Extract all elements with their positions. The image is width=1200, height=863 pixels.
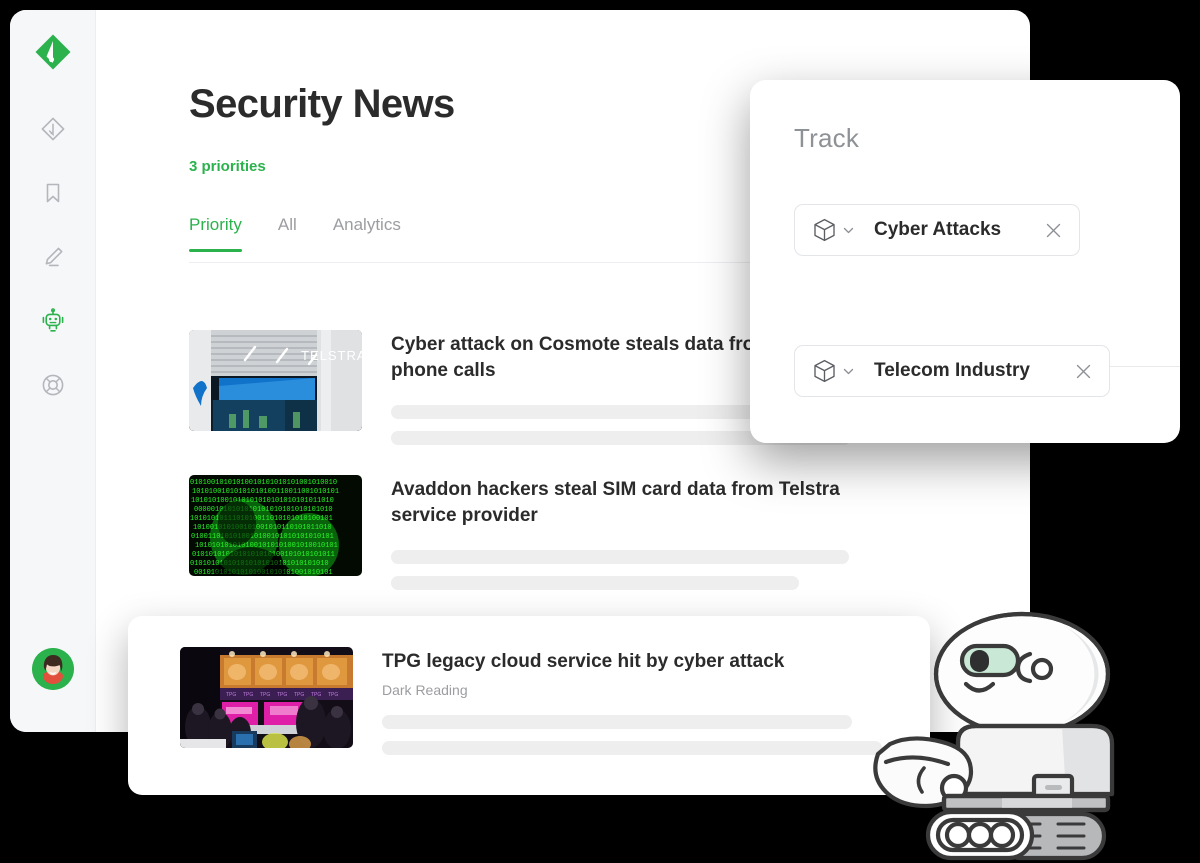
placeholder-bar: [391, 576, 799, 591]
sidebar: [10, 10, 96, 732]
track-chip-cyber-attacks[interactable]: Cyber Attacks: [794, 204, 1080, 256]
priorities-count: 3 priorities: [189, 158, 266, 175]
placeholder-bar: [391, 550, 849, 565]
cube-icon: [813, 359, 836, 383]
track-panel: Track Cyber Attacks AND: [750, 80, 1180, 443]
feedly-logo[interactable]: [33, 32, 73, 72]
svg-text:010100101010100101010101010010: 01010010101010010101010101001010010: [190, 479, 337, 487]
close-icon[interactable]: [1074, 362, 1093, 381]
placeholder-bar: [382, 714, 852, 729]
svg-text:TPG: TPG: [328, 692, 338, 698]
track-chip-telecom-industry[interactable]: Telecom Industry: [794, 345, 1110, 397]
svg-text:010011010101001010010101010101: 0100110101010010100101010101010101: [191, 533, 334, 541]
sidebar-item-boards[interactable]: [32, 172, 74, 214]
placeholder-bar: [382, 740, 882, 755]
svg-text:101001010100101001010110101011: 101001010100101001010110101011010: [193, 524, 332, 532]
bookmark-icon: [40, 180, 66, 206]
svg-text:101010010101010101001100110010: 10101001010101010100110011001010101: [192, 488, 339, 496]
page-title: Security News: [189, 82, 455, 126]
article-row-3[interactable]: TPG TPG TPG TPG TPG TPG TPG TPG legacy c…: [180, 647, 882, 755]
sidebar-item-leo[interactable]: [32, 300, 74, 342]
sidebar-item-feeds[interactable]: [32, 108, 74, 150]
pencil-icon: [40, 244, 66, 270]
track-panel-title: Track: [794, 123, 860, 153]
track-chip-label: Cyber Attacks: [874, 219, 1002, 240]
sidebar-item-support[interactable]: [32, 364, 74, 406]
article-body-2: Avaddon hackers steal SIM card data from…: [391, 475, 861, 591]
article-thumbnail-telstra-store: TELSTRA: [189, 330, 362, 431]
screenshot-stage: Security News 3 priorities Priority All …: [0, 0, 1200, 863]
svg-text:TPG: TPG: [277, 692, 287, 698]
cube-icon: [813, 218, 836, 242]
svg-text:101010100101010101010101010101: 1010101001010101010101010101011010: [191, 497, 334, 505]
article-row-2[interactable]: 01010010101010010101010101001010010 1010…: [189, 475, 861, 591]
svg-text:101010101010100101010100101001: 1010101010101001010101001010010101: [195, 542, 338, 550]
tab-priority[interactable]: Priority: [189, 215, 242, 252]
svg-text:TPG: TPG: [294, 692, 304, 698]
svg-text:TELSTRA: TELSTRA: [301, 348, 362, 363]
article-title: Avaddon hackers steal SIM card data from…: [391, 479, 840, 526]
feeds-icon: [40, 116, 66, 142]
svg-text:TPG: TPG: [243, 692, 253, 698]
lifebuoy-icon: [40, 372, 66, 398]
robot-icon: [40, 308, 66, 334]
chevron-down-icon[interactable]: [842, 365, 855, 378]
floating-article-card[interactable]: TPG TPG TPG TPG TPG TPG TPG TPG legacy c…: [128, 616, 930, 795]
tab-all[interactable]: All: [278, 215, 297, 252]
svg-text:TPG: TPG: [260, 692, 270, 698]
article-source: Dark Reading: [382, 681, 468, 698]
article-thumbnail-binary-code: 01010010101010010101010101001010010 1010…: [189, 475, 362, 576]
article-title: TPG legacy cloud service hit by cyber at…: [382, 651, 785, 672]
close-icon[interactable]: [1044, 221, 1063, 240]
sidebar-item-notes[interactable]: [32, 236, 74, 278]
article-body-3: TPG legacy cloud service hit by cyber at…: [382, 647, 882, 755]
sidebar-nav: [32, 108, 74, 406]
svg-text:101010101110101001101010101010: 1010101011101010011010101010100101: [190, 515, 333, 523]
avatar[interactable]: [31, 648, 74, 690]
leo-robot-illustration: [862, 602, 1132, 863]
svg-text:000001010101010101010101010101: 000001010101010101010101010101010: [194, 506, 333, 514]
article-thumbnail-tradeshow: TPG TPG TPG TPG TPG TPG TPG: [180, 647, 353, 748]
tab-analytics[interactable]: Analytics: [333, 215, 401, 252]
track-chip-label: Telecom Industry: [874, 360, 1030, 381]
svg-text:TPG: TPG: [226, 692, 236, 698]
chevron-down-icon[interactable]: [842, 224, 855, 237]
